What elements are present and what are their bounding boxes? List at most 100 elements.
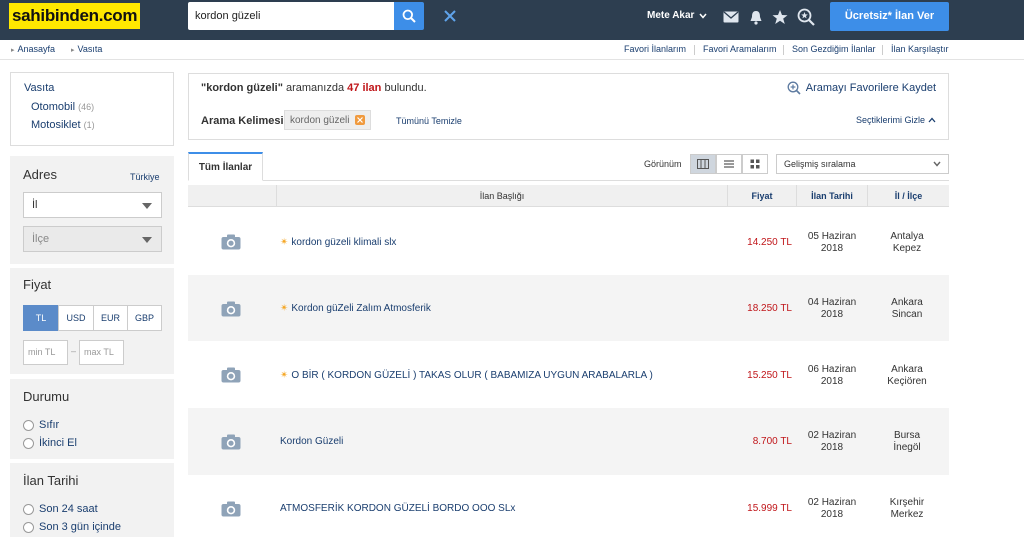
district-select[interactable]: İlçe: [23, 226, 162, 252]
tab-all-listings[interactable]: Tüm İlanlar: [188, 152, 263, 181]
listing-location: Antalya Kepez: [872, 231, 942, 255]
listing-title-link[interactable]: ATMOSFERİK KORDON GÜZELİ BORDO OOO SLx: [280, 503, 515, 514]
breadcrumb-vasita[interactable]: Vasıta: [71, 44, 103, 54]
search-star-icon: [797, 8, 815, 26]
listing-date: 06 Haziran 2018: [797, 364, 867, 388]
category-title[interactable]: Vasıta: [24, 82, 54, 94]
listing-price: 15.250 TL: [747, 370, 792, 381]
category-label: Otomobil: [31, 101, 76, 113]
camera-icon: [221, 301, 241, 317]
search-star-icon: [787, 81, 801, 95]
table-row[interactable]: kordon güzeli klimali slx 14.250 TL 05 H…: [188, 208, 949, 275]
header-date[interactable]: İlan Tarihi: [797, 185, 867, 207]
listing-price: 15.999 TL: [747, 503, 792, 514]
category-motosiklet[interactable]: Motosiklet (1): [31, 119, 95, 131]
compare-listings-link[interactable]: İlan Karşılaştır: [891, 44, 949, 54]
currency-eur-button[interactable]: EUR: [93, 305, 128, 331]
listing-district: Kepez: [892, 243, 922, 254]
chevron-down-icon: [142, 237, 152, 243]
min-price-input[interactable]: min TL: [23, 340, 68, 365]
recently-viewed-link[interactable]: Son Gezdiğim İlanlar: [792, 44, 876, 54]
listing-title-link[interactable]: Kordon Güzeli: [280, 436, 343, 447]
table-row[interactable]: Kordon Güzeli 8.700 TL 02 Haziran 2018 Bu…: [188, 408, 949, 475]
radio-button[interactable]: [23, 521, 34, 533]
listing-date-year: 2018: [820, 243, 844, 254]
view-grid-button[interactable]: [742, 154, 768, 174]
listing-title-link[interactable]: kordon güzeli klimali slx: [280, 237, 396, 248]
header-location[interactable]: İl / İlçe: [868, 185, 949, 207]
sort-select-value: Gelişmiş sıralama: [784, 159, 856, 169]
radio-button[interactable]: [23, 437, 34, 449]
user-menu[interactable]: Mete Akar: [647, 10, 708, 21]
listing-price: 18.250 TL: [747, 303, 792, 314]
listing-price: 14.250 TL: [747, 237, 792, 248]
listing-district: Sincan: [891, 309, 923, 320]
currency-usd-button[interactable]: USD: [58, 305, 94, 331]
city-select[interactable]: İl: [23, 192, 162, 218]
sort-select[interactable]: Gelişmiş sıralama: [776, 154, 949, 174]
radio-button[interactable]: [23, 419, 34, 431]
breadcrumb-home[interactable]: Anasayfa: [11, 44, 56, 54]
radio-label: Sıfır: [39, 419, 60, 431]
condition-new-radio[interactable]: Sıfır: [23, 419, 59, 431]
saved-searches-button[interactable]: [797, 8, 815, 26]
header-price[interactable]: Fiyat: [728, 185, 796, 207]
messages-button[interactable]: [722, 8, 740, 26]
search-icon: [402, 9, 416, 23]
listing-city: Bursa: [893, 430, 921, 441]
country-link[interactable]: Türkiye: [130, 172, 160, 182]
search-input[interactable]: kordon güzeli: [188, 2, 394, 30]
radio-label: Son 24 saat: [39, 503, 98, 515]
bell-icon: [750, 10, 762, 25]
max-price-input[interactable]: max TL: [79, 340, 124, 365]
favorites-button[interactable]: [771, 8, 789, 26]
listing-date-year: 2018: [820, 442, 844, 453]
notifications-button[interactable]: [747, 8, 765, 26]
view-compact-button[interactable]: [716, 154, 742, 174]
currency-tl-button[interactable]: TL: [23, 305, 59, 331]
table-row[interactable]: ATMOSFERİK KORDON GÜZELİ BORDO OOO SLx 1…: [188, 475, 949, 537]
list-view-icon: [724, 160, 734, 168]
category-otomobil[interactable]: Otomobil (46): [31, 101, 94, 113]
top-header: sahibinden.com kordon güzeli Mete Akar Ü…: [0, 0, 1024, 40]
listing-date-year: 2018: [820, 376, 844, 387]
listing-title-link[interactable]: O BİR ( KORDON GÜZELİ ) TAKAS OLUR ( BAB…: [280, 370, 652, 381]
save-search-label: Aramayı Favorilere Kaydet: [805, 82, 936, 94]
address-filter: Adres Türkiye İl İlçe: [10, 156, 174, 264]
sub-navigation: Anasayfa Vasıta Favori İlanlarım Favori …: [0, 40, 1024, 60]
date-3days-radio[interactable]: Son 3 gün içinde: [23, 521, 121, 533]
listing-date-year: 2018: [820, 309, 844, 320]
category-count: (46): [78, 102, 95, 112]
post-ad-button[interactable]: Ücretsiz* İlan Ver: [830, 2, 949, 31]
listing-date: 04 Haziran 2018: [797, 297, 867, 321]
currency-gbp-button[interactable]: GBP: [127, 305, 162, 331]
camera-icon: [221, 367, 241, 383]
listing-date: 02 Haziran 2018: [797, 430, 867, 454]
listing-date: 02 Haziran 2018: [797, 497, 867, 521]
save-search-link[interactable]: Aramayı Favorilere Kaydet: [787, 81, 936, 95]
listing-city: Kırşehir: [889, 497, 925, 508]
radio-button[interactable]: [23, 503, 34, 515]
site-logo[interactable]: sahibinden.com: [9, 3, 141, 29]
table-row[interactable]: Kordon güZeli Zalım Atmosferik 18.250 TL…: [188, 275, 949, 341]
search-button[interactable]: [394, 2, 424, 30]
camera-icon: [221, 234, 241, 250]
favorite-searches-link[interactable]: Favori Aramalarım: [703, 44, 777, 54]
listing-title-link[interactable]: Kordon güZeli Zalım Atmosferik: [280, 303, 431, 314]
camera-icon: [221, 501, 241, 517]
date-24h-radio[interactable]: Son 24 saat: [23, 503, 98, 515]
listing-city: Antalya: [890, 231, 924, 242]
table-row[interactable]: O BİR ( KORDON GÜZELİ ) TAKAS OLUR ( BAB…: [188, 341, 949, 408]
clear-search-button[interactable]: [442, 8, 458, 24]
results-count-text: "kordon güzeli" aramanızda 47 ilan bulun…: [201, 82, 427, 94]
hide-selections-link[interactable]: Seçtiklerimi Gizle: [856, 115, 936, 125]
favorite-listings-link[interactable]: Favori İlanlarım: [624, 44, 686, 54]
listing-location: Kırşehir Merkez: [872, 497, 942, 521]
category-panel: Vasıta Otomobil (46) Motosiklet (1): [10, 72, 174, 146]
clear-all-link[interactable]: Tümünü Temizle: [396, 116, 462, 126]
listing-location: Ankara Keçiören: [872, 364, 942, 388]
condition-used-radio[interactable]: İkinci El: [23, 437, 77, 449]
remove-keyword-button[interactable]: [355, 115, 366, 125]
listing-date-year: 2018: [820, 509, 844, 520]
view-list-button[interactable]: [690, 154, 716, 174]
